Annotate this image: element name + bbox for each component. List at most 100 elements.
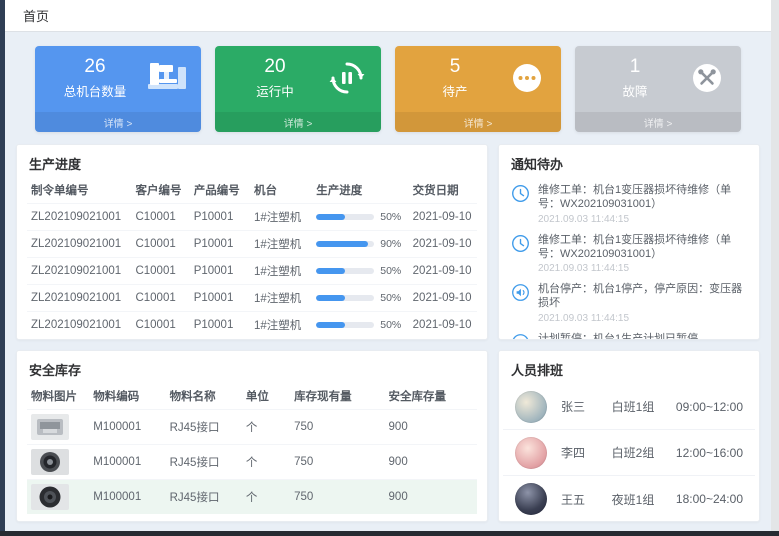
speaker-image xyxy=(31,484,69,510)
stat-card-body: 1 故障 xyxy=(575,46,741,108)
list-item[interactable]: 计划暂停：机台1生产计划已暂停 2021.09.03 11:44:15 xyxy=(511,328,747,340)
list-item[interactable]: 张三 白班1组 09:00~12:00 xyxy=(503,384,755,430)
dashboard-screen: 首页 26 总机台数量 xyxy=(0,0,779,536)
personnel-schedule-panel: 人员排班 张三 白班1组 09:00~12:00 李四 白班2组 12:00~1… xyxy=(498,350,760,522)
production-panel-title: 生产进度 xyxy=(17,145,487,178)
cell-stock: 750 xyxy=(290,445,384,480)
col-customer: 客户编号 xyxy=(131,178,189,204)
cell-date: 2021-09-10 xyxy=(409,312,477,339)
fault-value: 1 xyxy=(583,56,687,78)
cell-machine: 1#注塑机 xyxy=(250,285,312,312)
stat-card-text: 5 待产 xyxy=(403,56,507,100)
person-time: 12:00~16:00 xyxy=(676,446,743,460)
pending-detail-link[interactable]: 详情 > xyxy=(395,112,561,132)
notice-timestamp: 2021.09.03 11:44:15 xyxy=(538,214,747,225)
progress-fill xyxy=(316,241,368,247)
speaker-icon xyxy=(511,283,530,302)
inventory-table: 物料图片 物料编码 物料名称 单位 库存现有量 安全库存量 xyxy=(27,384,477,514)
list-item[interactable]: 维修工单：机台1变压器损坏待维修（单号：WX202109031001） 2021… xyxy=(511,229,747,279)
list-item[interactable]: 维修工单：机台1变压器损坏待维修（单号：WX202109031001） 2021… xyxy=(511,179,747,229)
table-row[interactable]: ZL202109021001 C10001 P10001 1#注塑机 50% 2… xyxy=(27,312,477,339)
cell-unit: 个 xyxy=(242,480,290,515)
table-row[interactable]: M100001 RJ45接口 个 750 900 xyxy=(27,410,477,445)
notice-text: 机台停产：机台1停产，停产原因：变压器损坏 xyxy=(538,282,747,311)
cell-code: M100001 xyxy=(89,445,165,480)
production-progress-panel: 生产进度 制令单编号 客户编号 产品编号 机台 生产进度 交货日期 xyxy=(16,144,488,340)
progress-bar: 50% xyxy=(316,265,404,277)
cell-product: P10001 xyxy=(190,285,250,312)
cell-order: ZL202109021001 xyxy=(27,285,131,312)
scrollbar-track[interactable] xyxy=(771,0,779,536)
col-image: 物料图片 xyxy=(27,384,89,410)
production-table: 制令单编号 客户编号 产品编号 机台 生产进度 交货日期 ZL202109021… xyxy=(27,178,477,338)
pending-label: 待产 xyxy=(403,81,507,100)
ellipsis-icon xyxy=(507,60,547,96)
cell-order: ZL202109021001 xyxy=(27,312,131,339)
table-row[interactable]: ZL202109021001 C10001 P10001 1#注塑机 50% 2… xyxy=(27,204,477,231)
table-row[interactable]: M100001 RJ45接口 个 750 900 xyxy=(27,445,477,480)
progress-fill xyxy=(316,295,345,301)
notice-text: 维修工单：机台1变压器损坏待维修（单号：WX202109031001） xyxy=(538,233,747,262)
progress-percent: 50% xyxy=(380,319,401,331)
total-machines-detail-link[interactable]: 详情 > xyxy=(35,112,201,132)
stat-card-total-machines[interactable]: 26 总机台数量 详情 > xyxy=(35,46,201,132)
stat-card-running[interactable]: 20 运行中 详情 > xyxy=(215,46,381,132)
cell-product: P10001 xyxy=(190,312,250,339)
cell-stock: 750 xyxy=(290,410,384,445)
list-item[interactable]: 王五 夜班1组 18:00~24:00 xyxy=(503,476,755,522)
cell-machine: 1#注塑机 xyxy=(250,312,312,339)
cell-name: RJ45接口 xyxy=(166,410,242,445)
progress-bar: 50% xyxy=(316,292,404,304)
cell-customer: C10001 xyxy=(131,231,189,258)
tab-home[interactable]: 首页 xyxy=(23,6,49,25)
inventory-panel-title: 安全库存 xyxy=(17,351,487,384)
cell-stock: 750 xyxy=(290,480,384,515)
notices-panel: 通知待办 维修工单：机台1变压器损坏待维修（单号：WX202109031001）… xyxy=(498,144,760,340)
running-detail-link[interactable]: 详情 > xyxy=(215,112,381,132)
table-row[interactable]: ZL202109021001 C10001 P10001 1#注塑机 50% 2… xyxy=(27,258,477,285)
person-name: 张三 xyxy=(561,398,612,415)
inventory-header-row: 物料图片 物料编码 物料名称 单位 库存现有量 安全库存量 xyxy=(27,384,477,410)
cell-name: RJ45接口 xyxy=(166,480,242,515)
production-header-row: 制令单编号 客户编号 产品编号 机台 生产进度 交货日期 xyxy=(27,178,477,204)
cell-product: P10001 xyxy=(190,204,250,231)
stat-card-body: 5 待产 xyxy=(395,46,561,108)
list-item[interactable]: 机台停产：机台1停产，停产原因：变压器损坏 2021.09.03 11:44:1… xyxy=(511,278,747,328)
stat-card-fault[interactable]: 1 故障 详情 > xyxy=(575,46,741,132)
cell-machine: 1#注塑机 xyxy=(250,204,312,231)
pending-value: 5 xyxy=(403,56,507,78)
progress-percent: 50% xyxy=(380,292,401,304)
progress-bar: 90% xyxy=(316,238,404,250)
stat-card-pending[interactable]: 5 待产 详情 > xyxy=(395,46,561,132)
table-row[interactable]: ZL202109021001 C10001 P10001 1#注塑机 90% 2… xyxy=(27,231,477,258)
cell-date: 2021-09-10 xyxy=(409,204,477,231)
notice-timestamp: 2021.09.03 11:44:15 xyxy=(538,263,747,274)
window-left-edge xyxy=(0,0,5,536)
panel-grid: 生产进度 制令单编号 客户编号 产品编号 机台 生产进度 交货日期 xyxy=(16,144,760,522)
cell-code: M100001 xyxy=(89,410,165,445)
cell-safety: 900 xyxy=(385,445,477,480)
person-name: 王五 xyxy=(561,491,612,508)
cell-customer: C10001 xyxy=(131,258,189,285)
table-row[interactable]: ZL202109021001 C10001 P10001 1#注塑机 50% 2… xyxy=(27,285,477,312)
notice-text: 计划暂停：机台1生产计划已暂停 xyxy=(538,332,698,340)
avatar xyxy=(515,391,547,423)
clock-icon xyxy=(511,184,530,203)
running-icon xyxy=(327,60,367,96)
table-row[interactable]: M100001 RJ45接口 个 750 900 xyxy=(27,480,477,515)
cell-order: ZL202109021001 xyxy=(27,231,131,258)
fault-detail-link[interactable]: 详情 > xyxy=(575,112,741,132)
cell-customer: C10001 xyxy=(131,285,189,312)
person-time: 09:00~12:00 xyxy=(676,400,743,414)
person-shift: 夜班1组 xyxy=(612,491,676,508)
window-bottom-edge xyxy=(0,531,779,536)
cell-unit: 个 xyxy=(242,410,290,445)
cell-safety: 900 xyxy=(385,480,477,515)
progress-fill xyxy=(316,322,345,328)
cell-customer: C10001 xyxy=(131,312,189,339)
notice-timestamp: 2021.09.03 11:44:15 xyxy=(538,313,747,324)
machine-icon xyxy=(147,60,187,96)
list-item[interactable]: 李四 白班2组 12:00~16:00 xyxy=(503,430,755,476)
cell-date: 2021-09-10 xyxy=(409,231,477,258)
notice-text: 维修工单：机台1变压器损坏待维修（单号：WX202109031001） xyxy=(538,183,747,212)
